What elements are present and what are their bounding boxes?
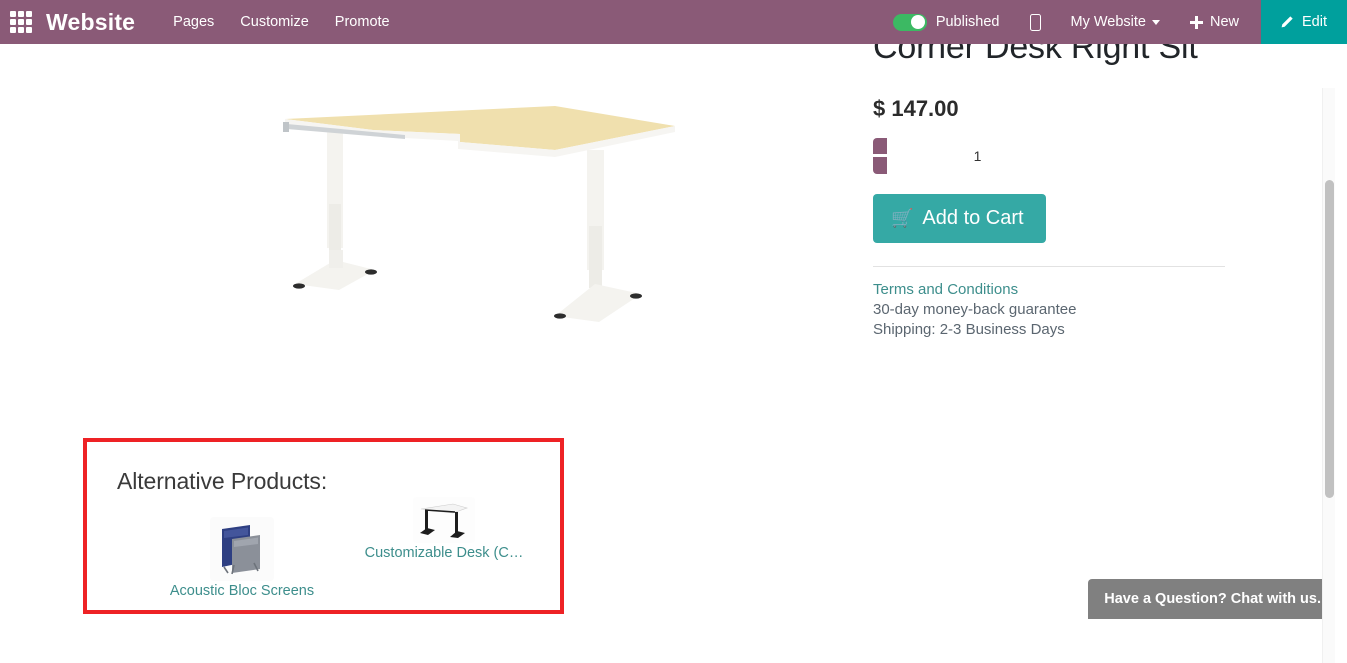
product-main-image[interactable] [255,84,695,384]
new-button[interactable]: New [1189,14,1239,30]
edit-button[interactable]: Edit [1261,0,1347,44]
add-to-cart-label: Add to Cart [922,206,1024,229]
quantity-input[interactable] [887,137,987,174]
publish-status-label: Published [935,14,1000,30]
mobile-preview-icon[interactable] [1029,13,1041,31]
quantity-decrease-button[interactable] [873,137,887,174]
publish-toggle[interactable] [892,13,927,31]
chat-widget-button[interactable]: Have a Question? Chat with us. [1088,579,1335,619]
terms-and-conditions-link[interactable]: Terms and Conditions [873,281,1233,298]
new-button-label: New [1209,14,1239,30]
edit-button-label: Edit [1302,14,1327,30]
brand-website[interactable]: Website [46,9,135,36]
list-item-label[interactable]: Customizable Desk (C… [359,545,529,561]
navbar-right-group: Published My Website New Edit [892,0,1347,44]
apps-grid-icon[interactable] [10,11,32,33]
info-divider [873,265,1225,267]
alternative-products-section: Alternative Products: Acoustic Bloc Scre… [83,438,564,614]
page-scrollbar-track[interactable] [1322,88,1335,663]
alternative-products-heading: Alternative Products: [117,468,328,494]
top-navbar: Website Pages Customize Promote Publishe… [0,0,1347,44]
alternative-products-list: Acoustic Bloc Screens Customizable Desk … [87,495,560,599]
website-selector-label[interactable]: My Website [1071,14,1146,30]
nav-item-promote[interactable]: Promote [335,14,390,30]
shipping-info-text: Shipping: 2-3 Business Days [873,320,1065,338]
chevron-down-icon[interactable] [1151,19,1160,25]
quantity-stepper[interactable] [873,137,987,174]
minus-icon [873,154,887,158]
customizable-desk-thumbnail [413,497,475,543]
plus-icon [1189,15,1203,29]
product-price: $ 147.00 [873,95,959,121]
add-to-cart-button[interactable]: 🛒 Add to Cart [873,193,1046,243]
pencil-icon [1281,15,1293,27]
list-item[interactable]: Customizable Desk (C… [359,497,529,561]
alt-thumb-wrap-2 [359,497,529,543]
page-scrollbar-thumb[interactable] [1325,180,1334,498]
acoustic-bloc-screens-thumbnail [210,517,274,581]
nav-item-pages[interactable]: Pages [173,14,214,30]
money-back-guarantee-text: 30-day money-back guarantee [873,300,1077,318]
nav-item-customize[interactable]: Customize [240,14,309,30]
list-item-label[interactable]: Acoustic Bloc Screens [162,583,322,599]
page-content: Corner Desk Right Sit $ 147.00 🛒 Add to … [0,28,1335,663]
shopping-cart-icon: 🛒 [891,208,914,229]
alt-thumb-wrap-1 [162,517,322,581]
product-info-panel: Corner Desk Right Sit $ 147.00 🛒 Add to … [873,26,1233,338]
list-item[interactable]: Acoustic Bloc Screens [162,517,322,599]
